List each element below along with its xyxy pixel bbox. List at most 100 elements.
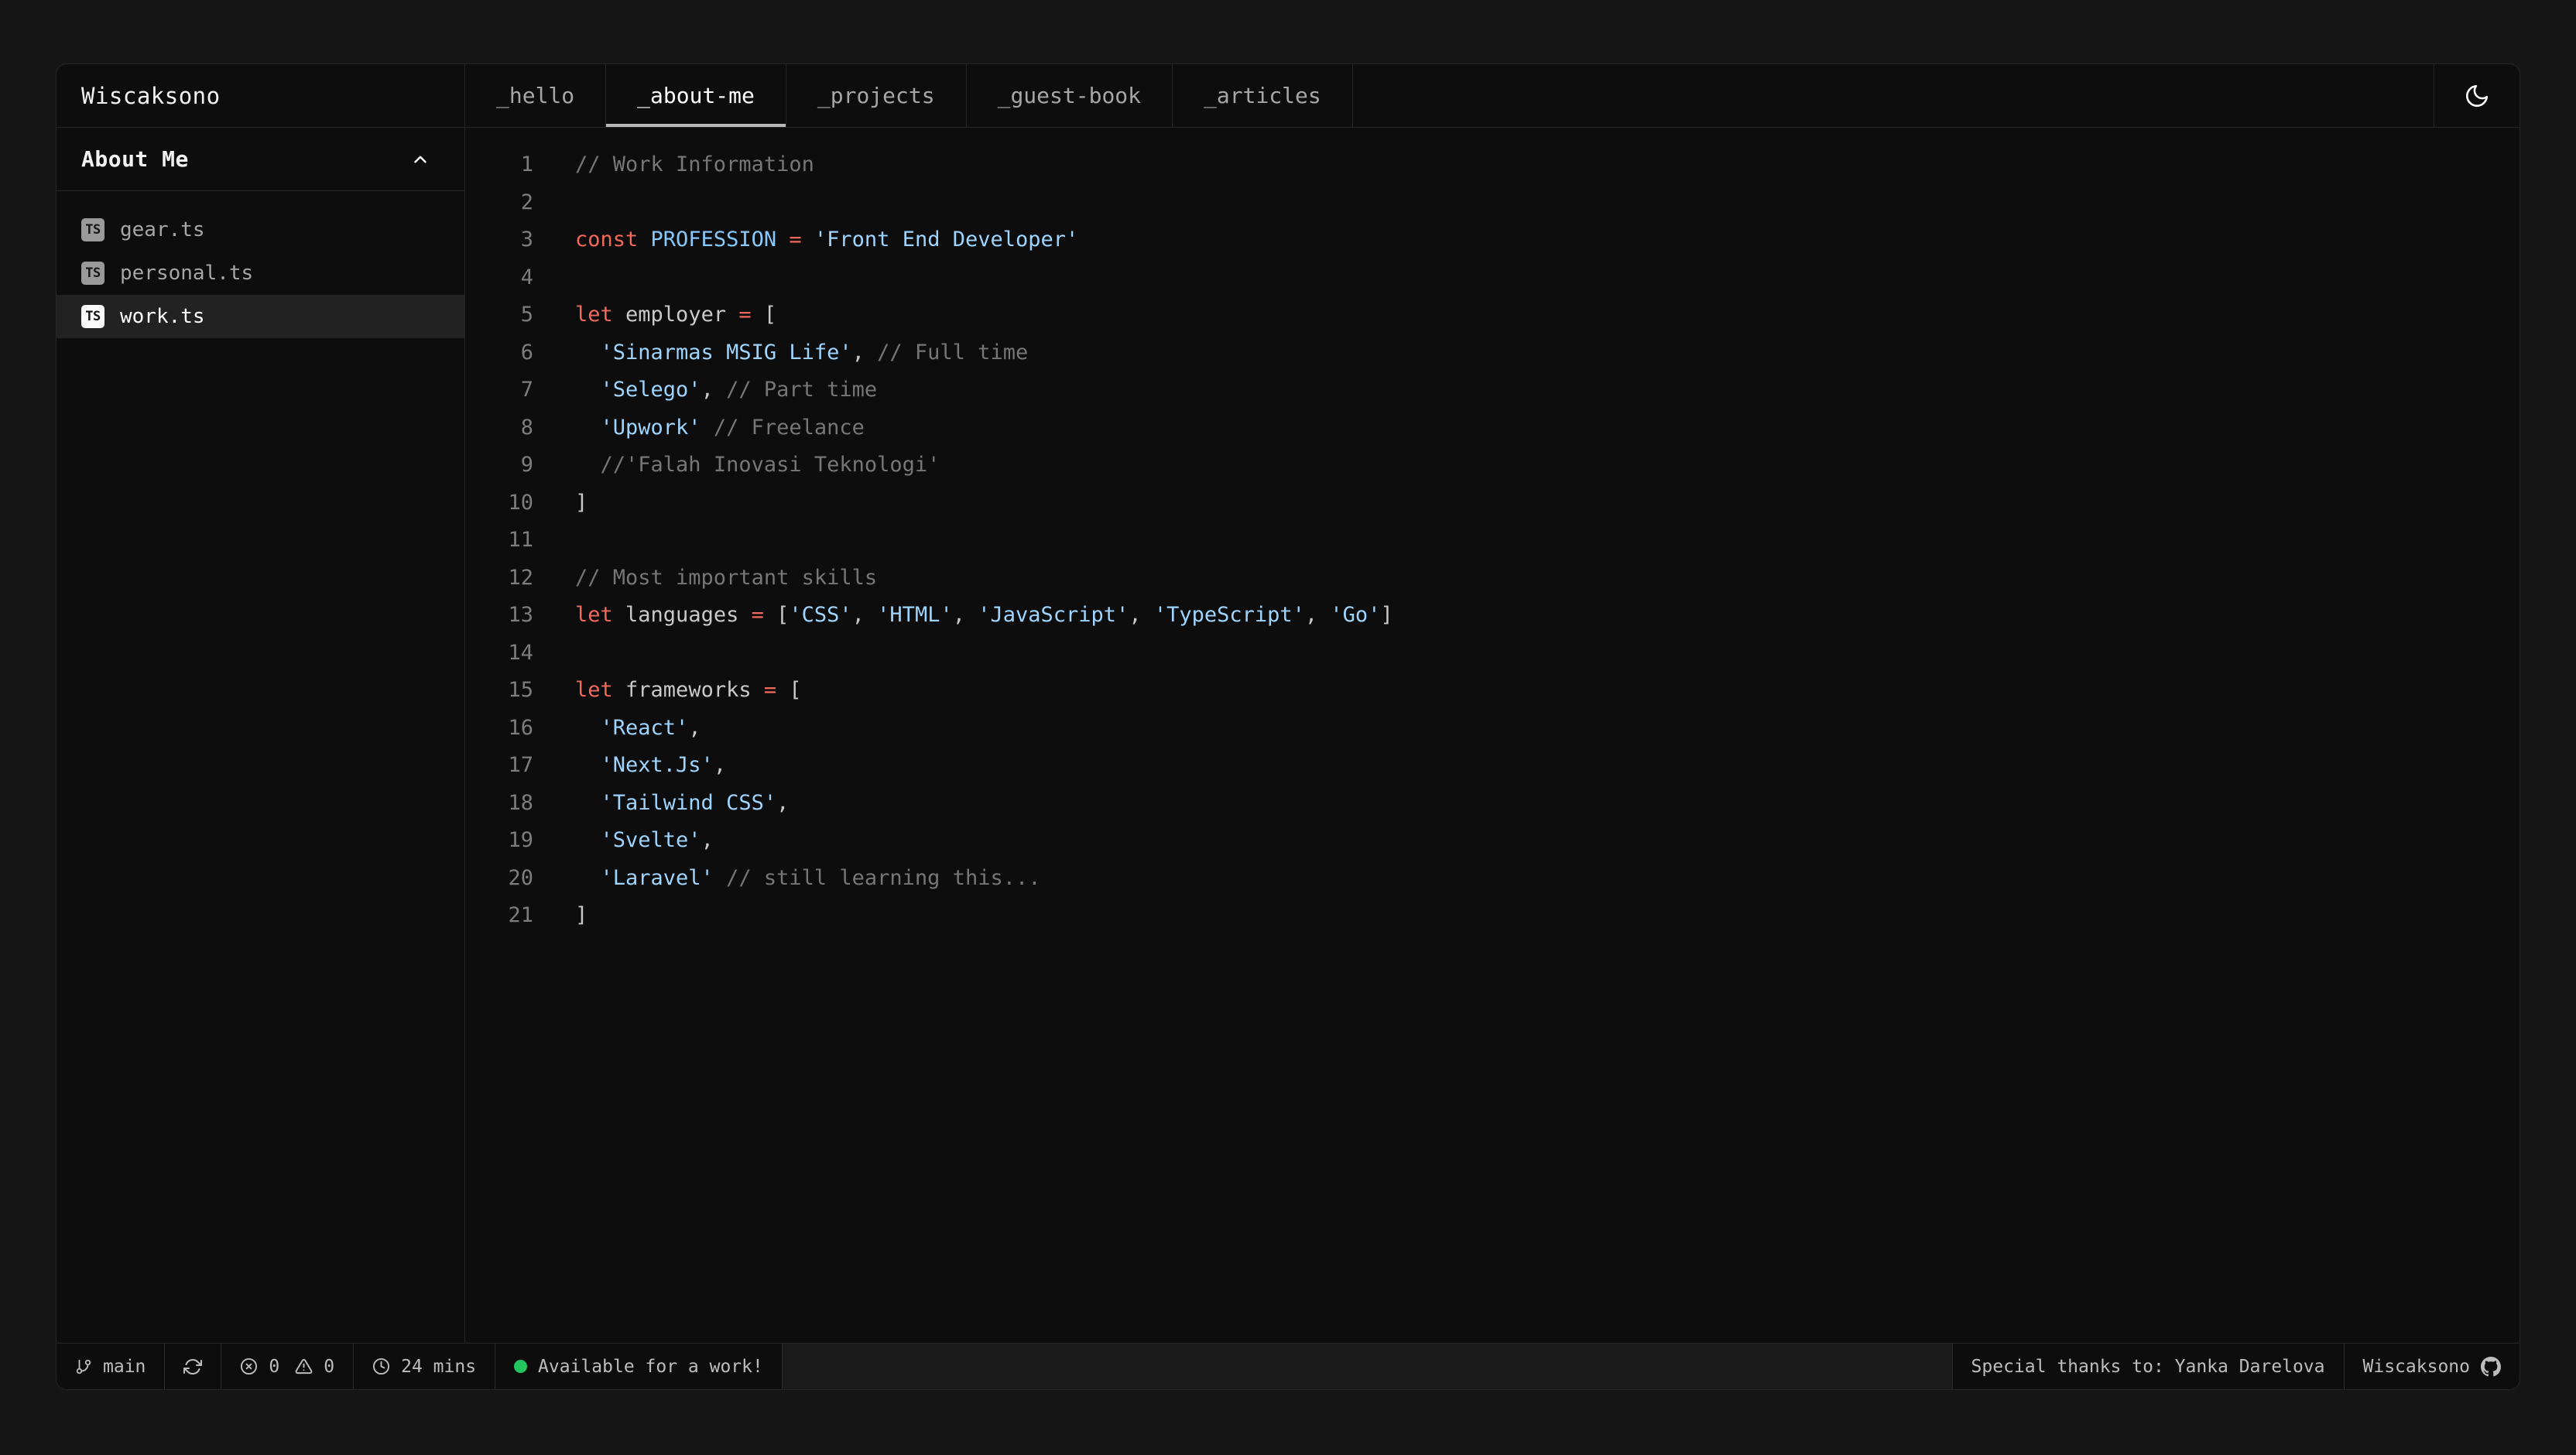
tab-label: _hello bbox=[496, 83, 574, 108]
code-token: languages bbox=[613, 603, 752, 627]
tab-articles[interactable]: _articles bbox=[1173, 64, 1353, 127]
code-token: 'Upwork' bbox=[601, 416, 701, 440]
code-line: 15let frameworks = [ bbox=[465, 672, 2519, 710]
line-number: 9 bbox=[465, 447, 550, 484]
code-token: 'TypeScript' bbox=[1154, 603, 1305, 627]
line-number: 21 bbox=[465, 897, 550, 935]
line-source bbox=[550, 184, 587, 222]
status-bar: main 0 0 24 mins Available f bbox=[57, 1343, 2519, 1389]
line-number: 7 bbox=[465, 371, 550, 409]
status-bar-right: Special thanks to: Yanka Darelova Wiscak… bbox=[1952, 1344, 2519, 1389]
code-token: 'Sinarmas MSIG Life' bbox=[601, 341, 852, 365]
tab-label: _guest-book bbox=[998, 83, 1141, 108]
code-line: 19 'Svelte', bbox=[465, 822, 2519, 860]
typescript-file-icon: TS bbox=[81, 218, 104, 241]
availability-status-dot bbox=[514, 1360, 527, 1373]
status-availability[interactable]: Available for a work! bbox=[495, 1344, 783, 1389]
code-token: const bbox=[575, 228, 638, 252]
code-token bbox=[575, 828, 601, 852]
sidebar-file-work[interactable]: TS work.ts bbox=[57, 295, 464, 338]
status-time[interactable]: 24 mins bbox=[354, 1344, 495, 1389]
line-number: 18 bbox=[465, 785, 550, 823]
code-token: 'JavaScript' bbox=[978, 603, 1129, 627]
tab-bar-filler bbox=[1353, 64, 2434, 127]
sidebar-file-personal[interactable]: TS personal.ts bbox=[57, 252, 464, 295]
status-special-thanks[interactable]: Special thanks to: Yanka Darelova bbox=[1952, 1344, 2344, 1389]
git-branch-icon bbox=[75, 1358, 92, 1375]
tab-about-me[interactable]: _about-me bbox=[606, 64, 786, 127]
status-sync[interactable] bbox=[165, 1344, 221, 1389]
line-source: 'React', bbox=[550, 710, 701, 748]
code-editor[interactable]: 1// Work Information2 3const PROFESSION … bbox=[465, 128, 2519, 1343]
tab-label: _about-me bbox=[637, 83, 755, 108]
tab-guest-book[interactable]: _guest-book bbox=[967, 64, 1173, 127]
sidebar: About Me TS gear.ts TS personal.ts TS wo… bbox=[57, 128, 465, 1343]
status-problems[interactable]: 0 0 bbox=[221, 1344, 354, 1389]
code-token: = bbox=[789, 228, 801, 252]
tab-label: _projects bbox=[817, 83, 935, 108]
clock-icon bbox=[372, 1357, 390, 1375]
code-token: // Work Information bbox=[575, 152, 814, 176]
code-token: , bbox=[852, 341, 878, 365]
line-number: 17 bbox=[465, 747, 550, 785]
code-token bbox=[714, 866, 726, 890]
line-number: 6 bbox=[465, 334, 550, 372]
code-line: 17 'Next.Js', bbox=[465, 747, 2519, 785]
file-name: gear.ts bbox=[120, 218, 205, 241]
code-token: let bbox=[575, 603, 613, 627]
code-token: = bbox=[738, 303, 751, 327]
line-number: 10 bbox=[465, 484, 550, 522]
tab-projects[interactable]: _projects bbox=[786, 64, 967, 127]
code-line: 3const PROFESSION = 'Front End Developer… bbox=[465, 221, 2519, 259]
code-token: , bbox=[714, 753, 726, 777]
code-token: let bbox=[575, 678, 613, 702]
code-token bbox=[575, 866, 601, 890]
line-number: 1 bbox=[465, 146, 550, 184]
code-token: , bbox=[688, 716, 701, 740]
code-token: let bbox=[575, 303, 613, 327]
code-token: 'Laravel' bbox=[601, 866, 714, 890]
sidebar-section-title: About Me bbox=[81, 146, 189, 172]
code-line: 1 // Work Information bbox=[465, 146, 2519, 184]
code-line: 8 'Upwork' // Freelance bbox=[465, 409, 2519, 447]
line-source bbox=[550, 635, 587, 673]
status-bar-filler bbox=[783, 1344, 1952, 1389]
sync-icon bbox=[183, 1357, 202, 1376]
file-list: TS gear.ts TS personal.ts TS work.ts bbox=[57, 191, 464, 338]
code-token: 'Svelte' bbox=[601, 828, 701, 852]
code-token: = bbox=[752, 603, 764, 627]
line-source: 'Upwork' // Freelance bbox=[550, 409, 865, 447]
code-token: ] bbox=[1380, 603, 1392, 627]
tab-hello[interactable]: _hello bbox=[465, 64, 606, 127]
code-token: ] bbox=[575, 903, 587, 927]
status-branch[interactable]: main bbox=[57, 1344, 165, 1389]
code-line: 13let languages = ['CSS', 'HTML', 'JavaS… bbox=[465, 597, 2519, 635]
moon-icon bbox=[2464, 83, 2490, 109]
code-token: //'Falah Inovasi Teknologi' bbox=[601, 453, 940, 477]
code-token: 'HTML' bbox=[877, 603, 953, 627]
sidebar-section-about-me[interactable]: About Me bbox=[57, 128, 464, 191]
theme-toggle-button[interactable] bbox=[2434, 64, 2519, 127]
code-token: = bbox=[764, 678, 776, 702]
line-source: 'Selego', // Part time bbox=[550, 371, 877, 409]
code-token bbox=[575, 341, 601, 365]
sidebar-file-gear[interactable]: TS gear.ts bbox=[57, 208, 464, 252]
code-line: 7 'Selego', // Part time bbox=[465, 371, 2519, 409]
error-count: 0 bbox=[269, 1357, 279, 1377]
line-source: // Work Information bbox=[550, 146, 814, 184]
error-circle-icon bbox=[240, 1357, 258, 1375]
code-token: // Full time bbox=[877, 341, 1028, 365]
code-token: 'Go' bbox=[1330, 603, 1380, 627]
code-line: 5let employer = [ bbox=[465, 296, 2519, 334]
status-github-link[interactable]: Wiscaksono bbox=[2344, 1344, 2519, 1389]
line-number: 5 bbox=[465, 296, 550, 334]
code-token: // Most important skills bbox=[575, 566, 877, 590]
code-token bbox=[575, 416, 601, 440]
code-token: ] bbox=[575, 491, 587, 515]
code-line: 12// Most important skills bbox=[465, 560, 2519, 597]
code-token: , bbox=[701, 378, 727, 402]
main-body: About Me TS gear.ts TS personal.ts TS wo… bbox=[57, 128, 2519, 1343]
line-source: let frameworks = [ bbox=[550, 672, 802, 710]
line-source: ] bbox=[550, 484, 587, 522]
code-token: , bbox=[852, 603, 878, 627]
